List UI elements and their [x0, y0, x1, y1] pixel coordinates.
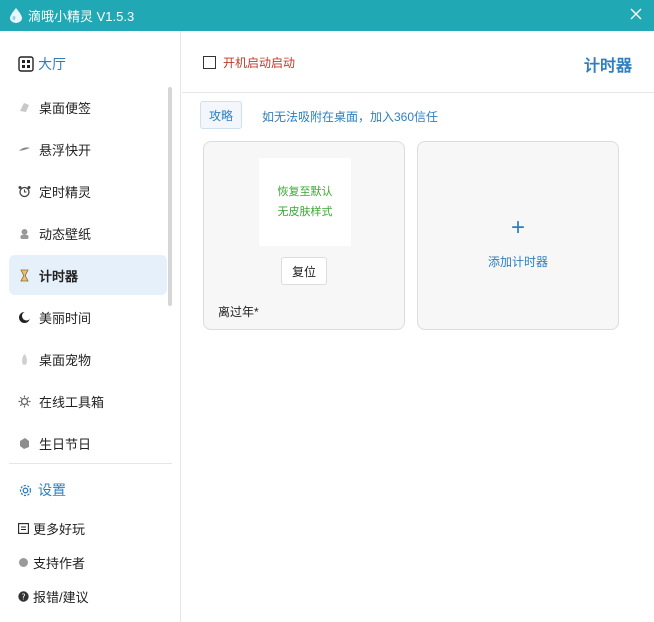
nav-feedback[interactable]: ? 报错/建议: [18, 587, 89, 605]
sidebar-item-label: 悬浮快开: [39, 142, 92, 158]
nav-hall[interactable]: 大厅: [18, 54, 66, 74]
sidebar-item-label: 动态壁纸: [39, 226, 92, 242]
checkbox-box[interactable]: [203, 56, 216, 69]
sidebar-item-label: 计时器: [39, 268, 79, 284]
window-title: 滴哦小精灵 V1.5.3: [28, 9, 135, 24]
list-icon: [18, 522, 29, 534]
add-timer-label: 添加计时器: [487, 255, 548, 269]
toolbox-icon: [18, 395, 31, 408]
sidebar-item-beautiful-time[interactable]: 美丽时间: [9, 297, 167, 337]
main-panel: 开机启动启动 计时器 攻略 如无法吸附在桌面，加入360信任 恢复至默认 无皮肤…: [182, 31, 654, 622]
sidebar-item-label: 在线工具箱: [39, 394, 105, 410]
autostart-checkbox[interactable]: 开机启动启动: [203, 54, 295, 71]
alarm-clock-icon: [18, 185, 31, 198]
add-timer-card[interactable]: + 添加计时器: [417, 141, 619, 330]
nav-support-author-label: 支持作者: [33, 555, 86, 571]
sidebar-item-label: 桌面便签: [39, 100, 92, 116]
autostart-label: 开机启动启动: [223, 56, 296, 70]
nav-settings[interactable]: 设置: [18, 480, 66, 500]
dot-icon: [18, 557, 29, 568]
sidebar-item-live-wallpaper[interactable]: 动态壁纸: [9, 213, 167, 253]
float-icon: [18, 143, 31, 156]
sidebar-item-float-launch[interactable]: 悬浮快开: [9, 129, 167, 169]
title-bar: 滴哦小精灵 V1.5.3: [0, 0, 654, 31]
timer-preview: 恢复至默认 无皮肤样式: [259, 158, 351, 246]
sidebar: 大厅 桌面便签 悬浮快开 定时精灵 动态壁纸 计时器 美丽时间 桌面宠物 在线工…: [0, 31, 181, 622]
sidebar-item-timer-sprite[interactable]: 定时精灵: [9, 171, 167, 211]
nav-hall-label: 大厅: [38, 56, 66, 72]
close-icon[interactable]: [628, 6, 644, 22]
timer-name: 离过年*: [218, 305, 259, 319]
sidebar-item-birthday-holiday[interactable]: 生日节日: [9, 423, 167, 463]
sidebar-item-timer[interactable]: 计时器: [9, 255, 167, 295]
pet-icon: [18, 353, 31, 366]
sidebar-item-desktop-pet[interactable]: 桌面宠物: [9, 339, 167, 379]
reset-button[interactable]: 复位: [281, 257, 327, 285]
timer-card[interactable]: 恢复至默认 无皮肤样式 复位 离过年*: [203, 141, 405, 330]
note-icon: [18, 101, 31, 114]
sidebar-item-label: 桌面宠物: [39, 352, 92, 368]
sidebar-item-label: 美丽时间: [39, 310, 92, 326]
page-title: 计时器: [583, 58, 632, 75]
gift-icon: [18, 437, 31, 450]
nav-more-fun[interactable]: 更多好玩: [18, 519, 85, 537]
sidebar-divider: [9, 463, 172, 464]
sidebar-scrollbar[interactable]: [168, 87, 172, 306]
sidebar-item-label: 定时精灵: [39, 184, 92, 200]
gear-icon: [19, 484, 32, 496]
preview-line1: 恢复至默认: [277, 186, 333, 198]
main-header: 开机启动启动 计时器: [182, 31, 654, 93]
sidebar-item-label: 生日节日: [39, 436, 92, 452]
grid-icon: [18, 56, 34, 72]
svg-text:?: ?: [21, 592, 25, 601]
wallpaper-icon: [18, 227, 31, 240]
help-icon: ?: [18, 590, 29, 602]
plus-icon: +: [510, 214, 525, 241]
nav-support-author[interactable]: 支持作者: [18, 553, 85, 571]
sidebar-item-online-toolbox[interactable]: 在线工具箱: [9, 381, 167, 421]
moon-icon: [18, 311, 31, 324]
nav-settings-label: 设置: [38, 482, 66, 498]
water-drop-icon: [10, 8, 22, 23]
preview-line2: 无皮肤样式: [277, 206, 333, 218]
trust-tip-link[interactable]: 如无法吸附在桌面，加入360信任: [262, 108, 438, 125]
nav-more-fun-label: 更多好玩: [33, 521, 86, 537]
nav-feedback-label: 报错/建议: [33, 589, 89, 605]
hourglass-icon: [18, 269, 31, 282]
sidebar-item-desktop-notes[interactable]: 桌面便签: [9, 87, 167, 127]
guide-button[interactable]: 攻略: [200, 101, 242, 129]
